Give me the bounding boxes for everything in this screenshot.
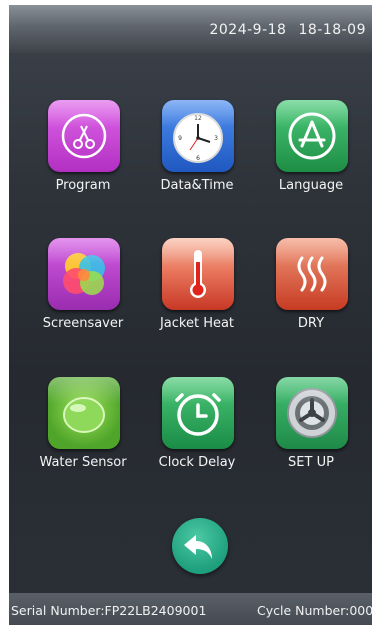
device-screen: 2024-9-18 18-18-09 Program 12 3 6 9 Data… bbox=[9, 5, 372, 625]
color-swirl-icon bbox=[48, 238, 120, 310]
clock-delay-label: Clock Delay bbox=[158, 455, 236, 470]
alarm-clock-icon bbox=[162, 377, 234, 449]
water-sensor-label: Water Sensor bbox=[39, 455, 127, 470]
jacket-heat-label: Jacket Heat bbox=[159, 316, 235, 331]
language-tile[interactable]: Language bbox=[256, 100, 366, 210]
thermometer-icon bbox=[162, 238, 234, 310]
dry-tile[interactable]: DRY bbox=[256, 238, 366, 348]
settings-gear-icon bbox=[276, 377, 348, 449]
program-tile[interactable]: Program bbox=[28, 100, 138, 210]
date-time-label: Data&Time bbox=[160, 178, 234, 193]
clock-delay-tile[interactable]: Clock Delay bbox=[142, 377, 252, 487]
serial-number-text: Serial Number:FP22LB2409001 bbox=[11, 603, 207, 618]
status-bar: 2024-9-18 18-18-09 bbox=[9, 5, 372, 53]
back-arrow-icon bbox=[184, 535, 212, 559]
svg-text:12: 12 bbox=[194, 115, 202, 122]
scissors-icon bbox=[48, 100, 120, 172]
date-time-display: 2024-9-18 18-18-09 bbox=[209, 22, 366, 38]
steam-icon bbox=[276, 238, 348, 310]
program-label: Program bbox=[55, 178, 111, 193]
svg-text:6: 6 bbox=[196, 155, 200, 162]
cycle-number-text: Cycle Number:000 bbox=[257, 603, 372, 618]
clock-icon: 12 3 6 9 bbox=[162, 100, 234, 172]
date-time-tile[interactable]: 12 3 6 9 Data&Time bbox=[142, 100, 252, 210]
time-text: 18-18-09 bbox=[298, 22, 366, 38]
screensaver-label: Screensaver bbox=[42, 316, 124, 331]
water-drop-icon bbox=[48, 377, 120, 449]
water-sensor-tile[interactable]: Water Sensor bbox=[28, 377, 138, 487]
date-text: 2024-9-18 bbox=[209, 22, 287, 38]
set-up-tile[interactable]: SET UP bbox=[256, 377, 366, 487]
dry-label: DRY bbox=[297, 316, 325, 331]
svg-text:9: 9 bbox=[178, 135, 182, 142]
svg-text:3: 3 bbox=[214, 135, 218, 142]
jacket-heat-tile[interactable]: Jacket Heat bbox=[142, 238, 252, 348]
info-bar: Serial Number:FP22LB2409001 Cycle Number… bbox=[9, 593, 372, 625]
screensaver-tile[interactable]: Screensaver bbox=[28, 238, 138, 348]
set-up-label: SET UP bbox=[288, 455, 334, 470]
back-button[interactable] bbox=[172, 518, 228, 574]
app-store-icon bbox=[276, 100, 348, 172]
language-label: Language bbox=[278, 178, 344, 193]
